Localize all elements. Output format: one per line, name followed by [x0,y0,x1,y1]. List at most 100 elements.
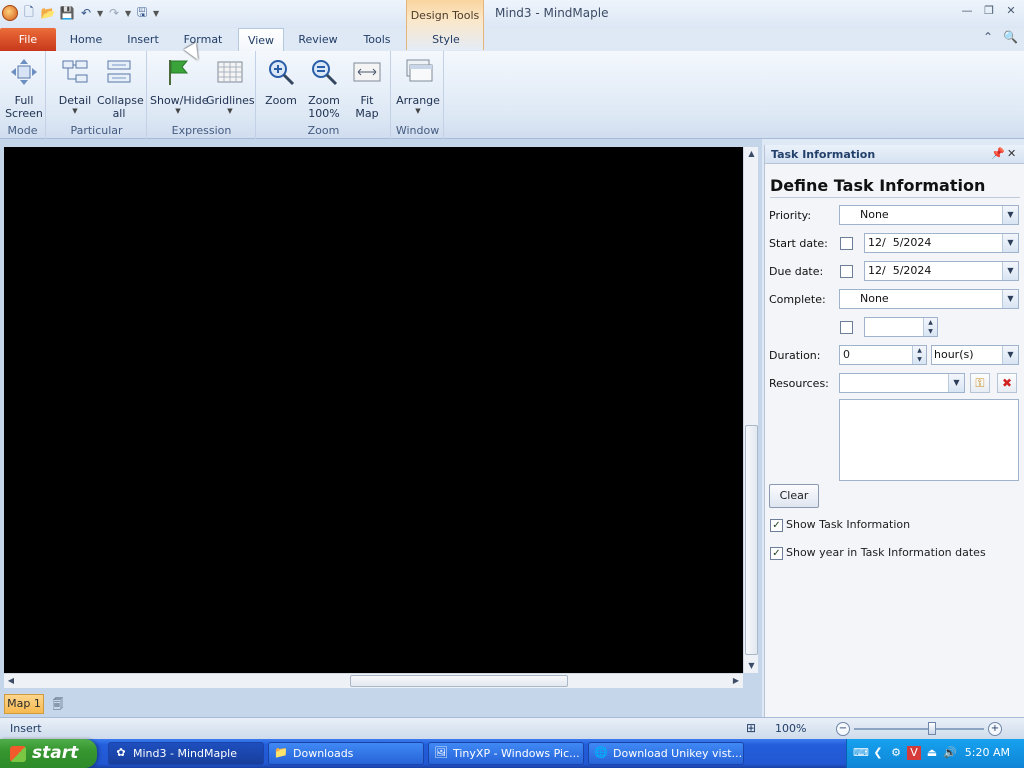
windows-logo-icon [10,746,26,762]
redo-dropdown-icon[interactable]: ▼ [125,9,131,18]
spinner-arrows-icon[interactable]: ▲ ▼ [923,318,937,336]
export-icon[interactable]: 🖫 [134,5,150,21]
keyboard-icon[interactable]: ⌨ [853,746,869,760]
duration-unit-value: hour(s) [934,348,974,361]
ribbon: Full Screen Mode Detail ▼ Collapse all P… [0,51,1024,139]
customize-qat-icon[interactable]: ▼ [153,9,159,18]
show-year-option[interactable]: ✓ Show year in Task Information dates [770,546,986,560]
start-button[interactable]: start [0,739,97,768]
zoom-out-icon[interactable]: − [836,722,850,736]
open-folder-icon[interactable]: 📂 [40,5,56,21]
resources-select[interactable]: ▼ [839,373,965,393]
due-date-checkbox[interactable] [840,265,853,278]
new-file-icon[interactable]: 🗋 [21,5,37,21]
scroll-left-icon[interactable]: ◀ [4,674,18,688]
show-task-info-option[interactable]: ✓ Show Task Information [770,518,910,532]
fit-map-button[interactable]: Fit Map [349,57,385,120]
taskbar-item-browser[interactable]: 🌐 Download Unikey vist... [588,742,744,765]
restore-icon[interactable]: ❐ [982,4,996,18]
full-screen-icon [11,59,37,85]
save-icon[interactable]: 💾 [59,5,75,21]
taskbar-item-picture-viewer[interactable]: 🖼 TinyXP - Windows Pic... [428,742,584,765]
scroll-up-icon[interactable]: ▲ [744,147,759,161]
undo-dropdown-icon[interactable]: ▼ [97,9,103,18]
scroll-down-icon[interactable]: ▼ [744,659,759,673]
complete-label: Complete: [769,293,826,306]
taskbar: start ✿ Mind3 - MindMaple 📁 Downloads 🖼 … [0,739,1024,768]
complete-select[interactable]: None ▼ [839,289,1019,309]
group-label-expression: Expression [171,124,232,137]
volume-icon[interactable]: 🔊 [943,746,957,760]
full-screen-button[interactable]: Full Screen [4,57,44,120]
group-label-zoom: Zoom [307,124,340,137]
tab-home[interactable]: Home [62,28,110,51]
tab-insert[interactable]: Insert [120,28,166,51]
usb-icon[interactable]: ⏏ [925,746,939,760]
taskbar-item-label: TinyXP - Windows Pic... [453,747,580,760]
start-date-checkbox[interactable] [840,237,853,250]
priority-select[interactable]: None ▼ [839,205,1019,225]
zoom-percentage[interactable]: 100% [775,722,806,735]
undo-icon[interactable]: ↶ [78,5,94,21]
sheet-tab-map1[interactable]: Map 1 [4,694,44,714]
duration-value: 0 [843,348,850,361]
show-task-info-checkbox[interactable]: ✓ [770,518,783,532]
extra-checkbox[interactable] [840,321,853,334]
duration-unit-select[interactable]: hour(s) ▼ [931,345,1019,365]
vertical-scroll-thumb[interactable] [745,425,758,655]
network-icon[interactable]: ⚙ [889,746,903,760]
gridlines-label: Gridlines [206,94,255,107]
collapse-all-button[interactable]: Collapse all [97,57,144,120]
taskbar-item-mindmaple[interactable]: ✿ Mind3 - MindMaple [108,742,264,765]
zoom-in-small-icon[interactable]: + [988,722,1002,736]
spinner-arrows-icon[interactable]: ▲ ▼ [912,346,926,364]
zoom-slider[interactable]: − + [836,722,1002,736]
zoom-track[interactable] [854,728,984,730]
detail-button[interactable]: Detail ▼ [55,57,95,115]
zoom-100-button[interactable]: Zoom 100% [305,57,343,120]
resources-list[interactable] [839,399,1019,481]
close-icon[interactable]: ✕ [1004,4,1018,18]
map-overview-icon[interactable]: ⊞ [746,721,756,735]
tab-tools[interactable]: Tools [354,28,400,51]
arrange-button[interactable]: Arrange ▼ [396,57,440,115]
unikey-icon[interactable]: V [907,746,921,760]
show-hide-button[interactable]: Show/Hide ▼ [150,57,208,115]
taskbar-item-downloads[interactable]: 📁 Downloads [268,742,424,765]
add-resource-icon[interactable]: ⚿ [970,373,990,393]
horizontal-scrollbar[interactable]: ◀ ▶ [4,673,743,688]
tab-review[interactable]: Review [294,28,342,51]
group-mode: Full Screen Mode [0,51,46,139]
start-date-picker[interactable]: 12/ 5/2024 ▼ [864,233,1019,253]
minimize-ribbon-icon[interactable]: ⌃ [983,30,993,44]
due-date-picker[interactable]: 12/ 5/2024 ▼ [864,261,1019,281]
clear-button[interactable]: Clear [769,484,819,508]
redo-icon[interactable]: ↷ [106,5,122,21]
app-menu-icon[interactable] [2,5,18,21]
gridlines-button[interactable]: Gridlines ▼ [206,57,255,115]
scroll-right-icon[interactable]: ▶ [729,674,743,688]
map-canvas[interactable] [4,147,743,673]
extra-spinner[interactable]: ▲ ▼ [864,317,938,337]
horizontal-scroll-thumb[interactable] [350,675,568,687]
vertical-scrollbar[interactable]: ▲ ▼ [743,147,758,673]
pin-icon[interactable]: 📌 [991,147,1005,160]
tab-view[interactable]: View [238,28,284,52]
search-icon[interactable]: 🔍 [1003,30,1018,44]
clock[interactable]: 5:20 AM [965,746,1010,759]
zoom-knob[interactable] [928,722,936,735]
tray-expand-icon[interactable]: ❮ [871,746,885,760]
duration-input[interactable]: 0 ▲ ▼ [839,345,927,365]
delete-resource-icon[interactable]: ✖ [997,373,1017,393]
chevron-down-icon: ▼ [1002,346,1018,364]
new-map-tab-icon[interactable]: 🗐 [50,696,66,712]
detail-icon [62,60,88,83]
panel-close-icon[interactable]: ✕ [1007,147,1016,160]
tab-style[interactable]: Style [416,28,476,51]
tab-file[interactable]: File [0,28,56,51]
minimize-icon[interactable]: — [960,4,974,18]
show-year-checkbox[interactable]: ✓ [770,546,783,560]
collapse-all-icon [107,60,131,83]
zoom-button[interactable]: Zoom [263,57,299,107]
arrange-dropdown-icon: ▼ [415,107,421,115]
